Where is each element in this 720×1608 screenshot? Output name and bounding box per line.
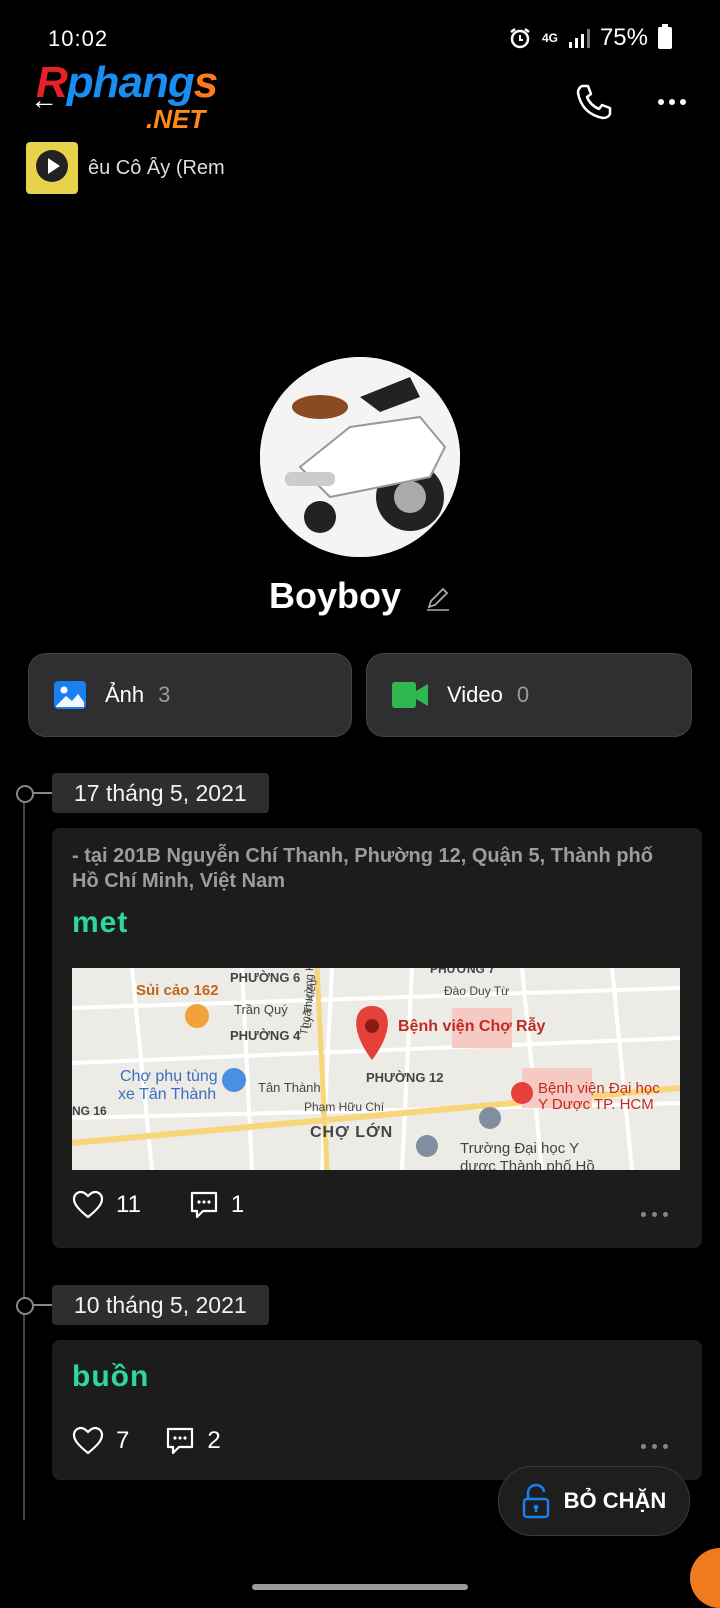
battery-percent: 75% — [599, 24, 648, 51]
battery-icon — [658, 24, 672, 49]
comment-count: 1 — [230, 1191, 245, 1218]
alarm-icon — [510, 28, 530, 49]
home-indicator[interactable] — [252, 1584, 468, 1590]
back-arrow-icon[interactable]: ← — [30, 84, 58, 116]
signal-icon — [568, 29, 590, 48]
post-text: met — [72, 906, 129, 939]
unblock-label: BỎ CHẶN — [563, 1488, 667, 1513]
phone-call-icon[interactable] — [572, 80, 616, 124]
post-more-icon[interactable] — [635, 1212, 668, 1217]
photos-label: Ảnh — [105, 682, 145, 707]
photo-icon — [54, 681, 86, 709]
timeline-node — [16, 1297, 34, 1315]
motorbike-image — [260, 357, 460, 557]
unlock-icon — [522, 1483, 549, 1519]
like-count: 11 — [116, 1191, 141, 1218]
video-icon — [392, 682, 428, 708]
floating-badge-icon[interactable] — [690, 1548, 720, 1608]
post-date: 10 tháng 5, 2021 — [52, 1285, 269, 1325]
videos-count: 0 — [516, 682, 530, 707]
timeline-node — [16, 785, 34, 803]
heart-icon[interactable] — [72, 1426, 104, 1456]
comment-icon[interactable] — [165, 1426, 195, 1456]
post-card[interactable]: buồn 7 2 — [52, 1340, 702, 1480]
profile-music[interactable]: êu Cô Ấy (Rem — [26, 142, 228, 194]
network-type: 4G — [541, 31, 558, 45]
music-title: êu Cô Ấy (Rem — [88, 156, 225, 179]
heart-icon[interactable] — [72, 1190, 104, 1220]
timeline-line — [23, 792, 25, 1520]
videos-label: Video — [447, 682, 503, 707]
avatar[interactable] — [260, 357, 460, 557]
music-thumbnail[interactable] — [26, 142, 78, 194]
photos-button[interactable]: Ảnh 3 — [28, 653, 352, 737]
videos-button[interactable]: Video 0 — [366, 653, 692, 737]
unblock-button[interactable]: BỎ CHẶN — [498, 1466, 690, 1536]
like-count: 7 — [116, 1427, 130, 1454]
more-options-icon[interactable] — [658, 92, 698, 108]
post-card[interactable]: - tại 201B Nguyễn Chí Thanh, Phường 12, … — [52, 828, 702, 1248]
photos-count: 3 — [158, 682, 171, 707]
edit-pencil-icon[interactable] — [425, 585, 451, 612]
post-actions: 7 2 — [72, 1426, 269, 1456]
post-text: buồn — [72, 1360, 150, 1393]
timeline-connector — [34, 792, 52, 794]
site-logo: Rphangs .NET — [36, 58, 218, 134]
status-time: 10:02 — [48, 26, 109, 51]
profile-name: Boyboy — [0, 575, 720, 617]
post-actions: 11 1 — [72, 1190, 292, 1220]
location-map[interactable]: Sủi cảo 162 PHƯỜNG 6 Trần Quý PHƯỜNG 4 C… — [72, 968, 680, 1170]
status-icons: 4G 75% — [508, 24, 672, 52]
comment-icon[interactable] — [189, 1190, 219, 1220]
post-more-icon[interactable] — [635, 1444, 668, 1449]
post-location: - tại 201B Nguyễn Chí Thanh, Phường 12, … — [72, 845, 653, 892]
comment-count: 2 — [207, 1427, 221, 1454]
timeline-connector — [34, 1304, 52, 1306]
play-icon[interactable] — [36, 150, 68, 182]
post-date: 17 tháng 5, 2021 — [52, 773, 269, 813]
